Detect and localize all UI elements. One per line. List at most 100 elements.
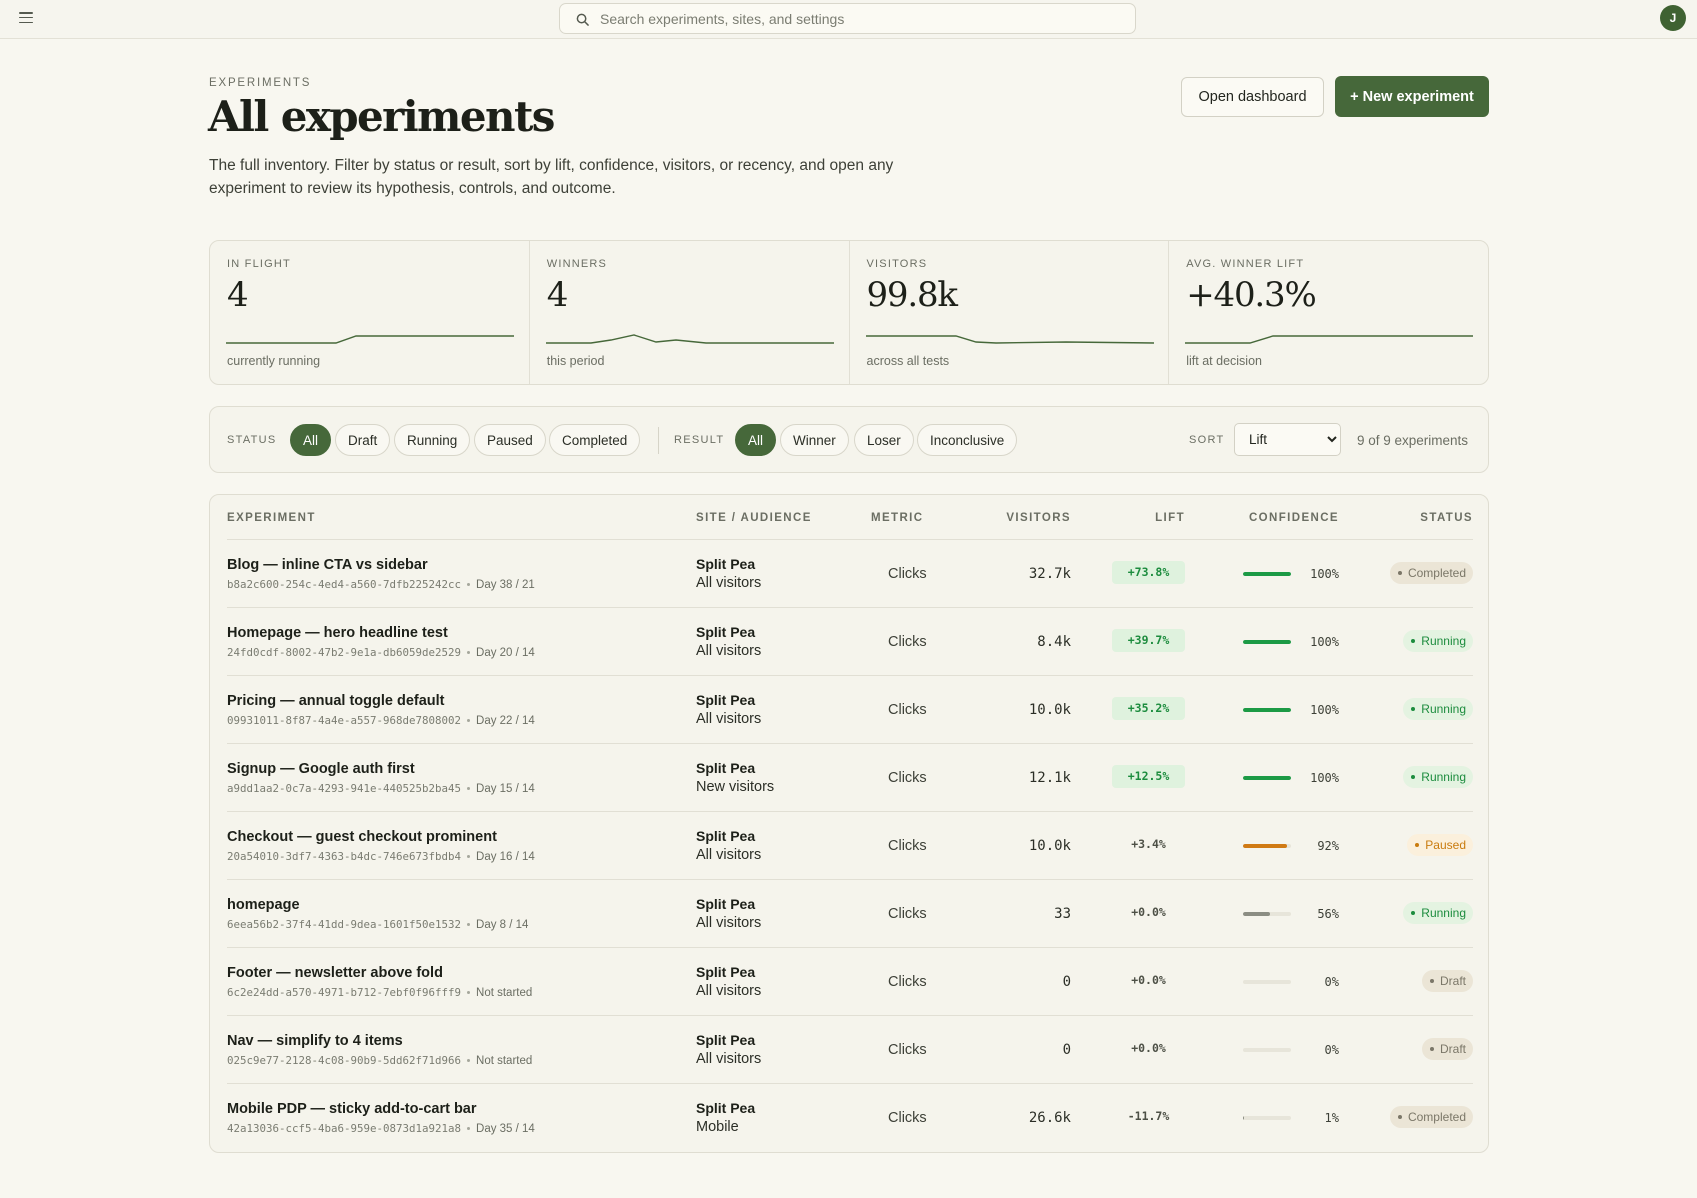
separator-dot bbox=[467, 651, 471, 655]
experiment-name[interactable]: Footer — newsletter above fold bbox=[227, 965, 443, 981]
page-eyebrow: EXPERIMENTS bbox=[209, 77, 312, 89]
table-row[interactable]: Blog — inline CTA vs sidebar b8a2c600-254… bbox=[227, 539, 1473, 607]
experiment-name[interactable]: Pricing — annual toggle default bbox=[227, 693, 445, 709]
status-filter-completed[interactable]: Completed bbox=[549, 424, 641, 456]
experiment-progress: Day 15 / 14 bbox=[476, 783, 535, 795]
stat-avg-winner-lift: AVG. WINNER LIFT +40.3% lift at decision bbox=[1169, 241, 1488, 384]
experiment-progress: Day 8 / 14 bbox=[476, 919, 529, 931]
status-badge: Draft bbox=[1421, 1038, 1473, 1060]
experiment-name[interactable]: Nav — simplify to 4 items bbox=[227, 1033, 403, 1049]
experiment-id: a9dd1aa2-0c7a-4293-941e-440525b2ba45 bbox=[227, 782, 462, 795]
stat-caption: currently running bbox=[227, 354, 321, 368]
confidence-bar bbox=[1243, 640, 1291, 644]
stat-sparkline bbox=[226, 335, 514, 344]
stats-panel: IN FLIGHT 4 currently running WINNERS 4 … bbox=[209, 240, 1489, 385]
experiment-id: 09931011-8f87-4a4e-a557-968de7808002 bbox=[227, 714, 462, 727]
confidence-bar-fill bbox=[1243, 844, 1288, 848]
table-row[interactable]: Pricing — annual toggle default 09931011-… bbox=[227, 675, 1473, 743]
experiment-meta: 24fd0cdf-8002-47b2-9e1a-db6059de2529 Day … bbox=[227, 646, 535, 659]
status-filter-paused[interactable]: Paused bbox=[474, 424, 546, 456]
lift-value: +0.0% bbox=[1131, 905, 1166, 919]
result-filter-loser[interactable]: Loser bbox=[854, 424, 914, 456]
lift-value: +0.0% bbox=[1131, 1041, 1166, 1055]
audience-name: All visitors bbox=[696, 711, 762, 727]
site-name: Split Pea bbox=[696, 828, 756, 844]
result-filter-all[interactable]: All bbox=[735, 424, 777, 456]
confidence-bar bbox=[1243, 1116, 1291, 1120]
metric-name: Clicks bbox=[888, 1042, 927, 1058]
status-filter-draft[interactable]: Draft bbox=[335, 424, 391, 456]
metric-name: Clicks bbox=[888, 634, 927, 650]
lift-value: +3.4% bbox=[1131, 837, 1166, 851]
search-box[interactable] bbox=[559, 3, 1136, 34]
table-row[interactable]: Mobile PDP — sticky add-to-cart bar 42a13… bbox=[227, 1083, 1473, 1151]
sort-select[interactable]: Lift bbox=[1234, 423, 1341, 456]
status-badge: Draft bbox=[1421, 970, 1473, 992]
column-header-confidence[interactable]: CONFIDENCE bbox=[1210, 512, 1339, 524]
confidence-bar-fill bbox=[1243, 572, 1291, 576]
status-badge: Running bbox=[1403, 902, 1473, 924]
table-row[interactable]: Nav — simplify to 4 items 025c9e77-2128-4… bbox=[227, 1015, 1473, 1083]
metric-name: Clicks bbox=[888, 1110, 927, 1126]
confidence-value: 1% bbox=[1324, 1111, 1339, 1125]
open-dashboard-button[interactable]: Open dashboard bbox=[1181, 77, 1324, 117]
confidence-value: 92% bbox=[1317, 839, 1339, 853]
table-row[interactable]: homepage 6eea56b2-37f4-41dd-9dea-1601f50e… bbox=[227, 879, 1473, 947]
avatar[interactable]: J bbox=[1660, 5, 1686, 31]
separator-dot bbox=[467, 583, 471, 587]
visitor-count: 26.6k bbox=[1028, 1110, 1071, 1126]
experiment-meta: b8a2c600-254c-4ed4-a560-7dfb225242cc Day … bbox=[227, 578, 535, 591]
table-row[interactable]: Footer — newsletter above fold 6c2e24dd-a… bbox=[227, 947, 1473, 1015]
status-filter-all[interactable]: All bbox=[290, 424, 332, 456]
menu-icon[interactable] bbox=[19, 12, 33, 24]
lift-value: +35.2% bbox=[1112, 697, 1185, 720]
new-experiment-button[interactable]: + New experiment bbox=[1335, 76, 1489, 117]
visitor-count: 0 bbox=[1062, 1042, 1071, 1058]
experiment-progress: Not started bbox=[476, 1055, 533, 1067]
table-row[interactable]: Checkout — guest checkout prominent 20a54… bbox=[227, 811, 1473, 879]
column-header-visitors[interactable]: VISITORS bbox=[950, 512, 1071, 524]
visitor-count: 33 bbox=[1054, 906, 1071, 922]
column-header-metric[interactable]: METRIC bbox=[871, 512, 923, 524]
visitor-count: 0 bbox=[1062, 974, 1071, 990]
experiment-meta: 6c2e24dd-a570-4971-b712-7ebf0f96fff9 Not … bbox=[227, 986, 532, 999]
experiment-name[interactable]: Homepage — hero headline test bbox=[227, 625, 448, 641]
status-badge: Running bbox=[1403, 766, 1473, 788]
result-filter-label: RESULT bbox=[674, 434, 725, 446]
confidence-bar bbox=[1243, 912, 1291, 916]
experiment-id: 6eea56b2-37f4-41dd-9dea-1601f50e1532 bbox=[227, 918, 462, 931]
confidence-bar bbox=[1243, 776, 1291, 780]
result-filter-inconclusive[interactable]: Inconclusive bbox=[917, 424, 1018, 456]
confidence-bar bbox=[1243, 708, 1291, 712]
stat-label: IN FLIGHT bbox=[227, 258, 291, 270]
experiment-id: 6c2e24dd-a570-4971-b712-7ebf0f96fff9 bbox=[227, 986, 462, 999]
experiment-name[interactable]: Blog — inline CTA vs sidebar bbox=[227, 557, 428, 573]
status-badge: Running bbox=[1403, 698, 1473, 720]
search-icon bbox=[576, 13, 589, 26]
experiment-id: 20a54010-3df7-4363-b4dc-746e673fbdb4 bbox=[227, 850, 462, 863]
confidence-bar bbox=[1243, 572, 1291, 576]
experiment-name[interactable]: Mobile PDP — sticky add-to-cart bar bbox=[227, 1101, 477, 1117]
table-row[interactable]: Signup — Google auth first a9dd1aa2-0c7a-… bbox=[227, 743, 1473, 811]
experiment-count: 9 of 9 experiments bbox=[1357, 433, 1469, 448]
stat-sparkline bbox=[1185, 335, 1474, 344]
site-name: Split Pea bbox=[696, 624, 756, 640]
experiment-name[interactable]: homepage bbox=[227, 897, 300, 913]
experiment-name[interactable]: Signup — Google auth first bbox=[227, 761, 415, 777]
separator-dot bbox=[467, 719, 471, 723]
status-filter-running[interactable]: Running bbox=[394, 424, 471, 456]
column-header-lift[interactable]: LIFT bbox=[1090, 512, 1185, 524]
lift-value: +39.7% bbox=[1112, 629, 1185, 652]
experiment-meta: a9dd1aa2-0c7a-4293-941e-440525b2ba45 Day … bbox=[227, 782, 535, 795]
filter-divider bbox=[658, 427, 659, 454]
search-input[interactable] bbox=[600, 4, 1120, 33]
separator-dot bbox=[467, 855, 471, 859]
metric-name: Clicks bbox=[888, 974, 927, 990]
table-row[interactable]: Homepage — hero headline test 24fd0cdf-80… bbox=[227, 607, 1473, 675]
column-header-experiment[interactable]: EXPERIMENT bbox=[227, 512, 316, 524]
stat-value: 4 bbox=[227, 275, 249, 315]
column-header-status[interactable]: STATUS bbox=[1360, 512, 1473, 524]
column-header-site[interactable]: SITE / AUDIENCE bbox=[696, 512, 812, 524]
result-filter-winner[interactable]: Winner bbox=[780, 424, 849, 456]
experiment-name[interactable]: Checkout — guest checkout prominent bbox=[227, 829, 497, 845]
